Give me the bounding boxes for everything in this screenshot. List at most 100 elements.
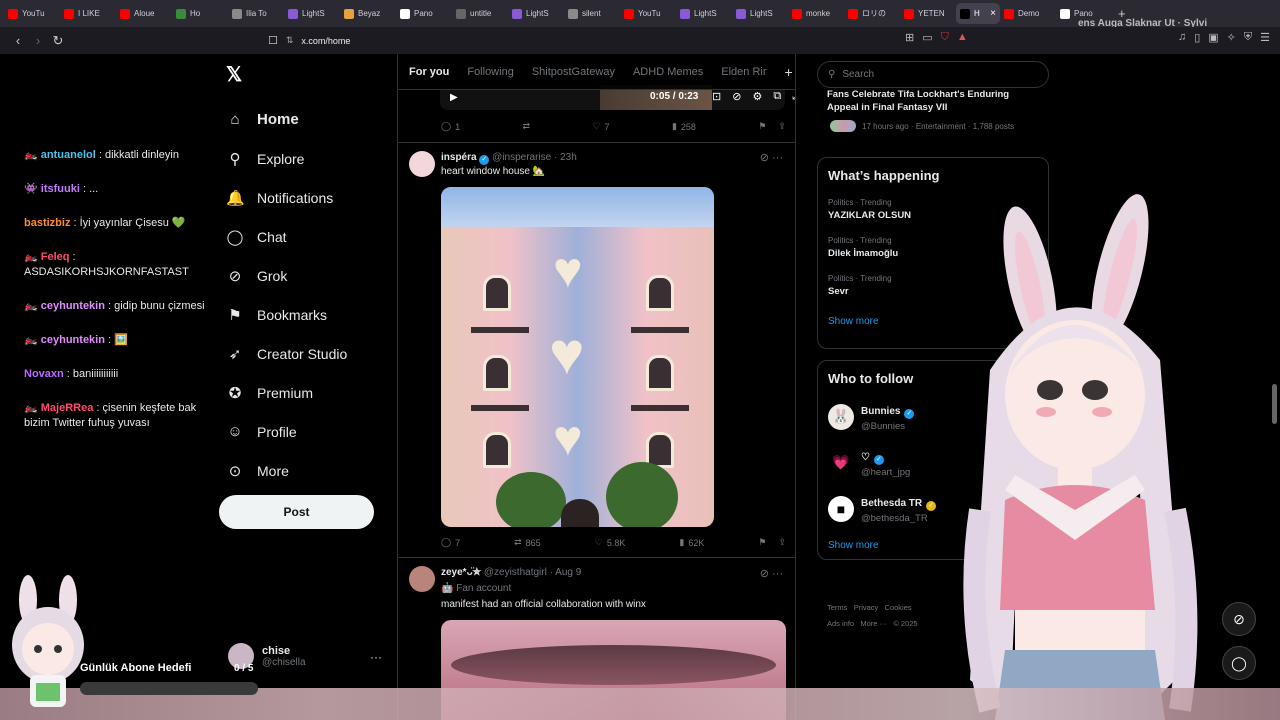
page-scrollbar[interactable] (1272, 384, 1277, 424)
browser-tab[interactable]: YouTu (4, 3, 60, 24)
tweet-author-name[interactable]: zeye*ᴗ̈✮ (441, 567, 481, 578)
browser-tab[interactable]: I LIKE (60, 3, 116, 24)
tab-for-you[interactable]: For you (409, 66, 449, 78)
sidebar-item-creator-studio[interactable]: ➶ Creator Studio (226, 334, 348, 373)
settings-icon[interactable]: ⚙ (752, 90, 762, 103)
browser-tab[interactable]: H × (956, 3, 1000, 24)
tweet-author-name[interactable]: inspéra (441, 152, 477, 163)
sidebar-item-bookmarks[interactable]: ⚑ Bookmarks (226, 295, 347, 334)
chat-username[interactable]: ceyhuntekin (41, 300, 105, 312)
tab-shitpostgateway[interactable]: ShitpostGateway (532, 66, 615, 78)
footer-link[interactable]: Cookies (885, 603, 912, 612)
sidebar-item-grok[interactable]: ⊘ Grok (226, 256, 347, 295)
tweet-avatar[interactable] (409, 566, 435, 592)
sidebar-item-explore[interactable]: ⚲ Explore (226, 139, 347, 178)
bookmark-icon[interactable]: ⚑ (758, 121, 766, 132)
tab-adhd-memes[interactable]: ADHD Memes (633, 66, 703, 78)
share-icon[interactable]: ⇪ (778, 537, 786, 548)
more-dots-icon[interactable]: ··· (772, 568, 783, 580)
tweet-author-handle[interactable]: @insperarise (492, 152, 551, 163)
more-dots-icon[interactable]: ··· (370, 650, 382, 664)
tweet-avatar[interactable] (409, 151, 435, 177)
browser-tab[interactable]: LightS (676, 3, 732, 24)
bookmark-icon[interactable]: ⚑ (758, 537, 766, 548)
tweet-time[interactable]: Aug 9 (555, 567, 581, 578)
popout-icon[interactable]: ⧉ (773, 90, 781, 103)
back-icon[interactable]: ‹ (8, 33, 28, 48)
browser-tab[interactable]: monke (788, 3, 844, 24)
browser-tab[interactable]: Aloue (116, 3, 172, 24)
chat-username[interactable]: itsfuuki (41, 183, 80, 195)
play-icon[interactable]: ▶ (450, 92, 458, 103)
chat-username[interactable]: Novaxn (24, 368, 64, 380)
close-tab-icon[interactable]: × (990, 8, 996, 19)
reply-button[interactable]: ◯ 1 (441, 121, 460, 132)
more-dots-icon[interactable]: ··· (772, 152, 783, 164)
repost-button[interactable]: ⇄ 865 (514, 537, 541, 548)
media-icon[interactable]: ♫ (1178, 31, 1186, 44)
tweet-image[interactable]: ♥ ♥ ♥ (441, 187, 714, 527)
post-button[interactable]: Post (219, 495, 374, 529)
shield-icon[interactable]: ⛨ (1244, 31, 1252, 44)
wallet-icon[interactable]: ▣ (1208, 31, 1218, 44)
chat-username[interactable]: bastizbiz (24, 217, 70, 229)
like-button[interactable]: ♡ 5.8K (595, 537, 626, 548)
tweet-time[interactable]: 23h (560, 152, 577, 163)
like-button[interactable]: ♡ 7 (592, 121, 609, 132)
browser-tab[interactable]: Ho (172, 3, 228, 24)
views-button[interactable]: ▮ 258 (672, 121, 696, 132)
news-item-title[interactable]: Fans Celebrate Tifa Lockhart's Enduring … (827, 88, 1042, 114)
sidebar-item-chat[interactable]: ◯ Chat (226, 217, 347, 256)
grok-icon[interactable]: ⊘ (760, 568, 769, 580)
url-field[interactable]: x.com/home (301, 36, 350, 46)
browser-tab[interactable]: Demo (1000, 3, 1056, 24)
browser-tab[interactable]: LightS (508, 3, 564, 24)
menu-icon[interactable]: ☰ (1260, 31, 1270, 44)
footer-link[interactable]: Privacy (854, 603, 879, 612)
sidebar-item-profile[interactable]: ☺ Profile (226, 412, 347, 451)
sidebar-item-home[interactable]: ⌂ Home (226, 100, 347, 139)
bookmark-star-icon[interactable]: ☐ (268, 34, 278, 47)
footer-link[interactable]: More ··· (860, 619, 887, 628)
views-button[interactable]: ▮ 62K (679, 537, 704, 548)
grok-icon[interactable]: ⊘ (760, 152, 769, 164)
messages-fab-icon[interactable]: ◯ (1222, 646, 1256, 680)
tab-following[interactable]: Following (467, 66, 513, 78)
chat-username[interactable]: antuanelol (41, 149, 96, 161)
mute-icon[interactable]: ⊘ (732, 90, 741, 103)
sidebar-icon[interactable]: ▯ (1194, 31, 1200, 44)
site-info-icon[interactable]: ⇅ (286, 35, 294, 46)
x-logo-icon[interactable]: 𝕏 (226, 62, 242, 87)
browser-tab[interactable]: YouTu (620, 3, 676, 24)
search-input[interactable]: ⚲ Search (817, 61, 1049, 88)
reply-button[interactable]: ◯ 7 (441, 537, 460, 548)
browser-tab[interactable]: LightS (732, 3, 788, 24)
ublock-icon[interactable]: ⛉ (941, 31, 949, 44)
browser-tab[interactable]: Ilia To (228, 3, 284, 24)
leo-icon[interactable]: ✧ (1227, 31, 1236, 44)
chat-username[interactable]: MajeRRea (41, 402, 94, 414)
browser-tab[interactable]: untitle (452, 3, 508, 24)
add-tab-icon[interactable]: + (785, 64, 793, 80)
translate-icon[interactable]: ⊞ (905, 31, 914, 44)
fullscreen-icon[interactable]: ⤢ (792, 90, 795, 103)
extension-icon[interactable]: ▲ (957, 31, 968, 44)
sidebar-item-premium[interactable]: ✪ Premium (226, 373, 347, 412)
browser-tab[interactable]: YETEN (900, 3, 956, 24)
cast-icon[interactable]: ▭ (922, 31, 932, 44)
tab-elden-rir[interactable]: Elden Rir (721, 66, 766, 78)
browser-tab[interactable]: Beyaz (340, 3, 396, 24)
browser-tab[interactable]: ロリの (844, 3, 900, 24)
reload-icon[interactable]: ↻ (48, 33, 68, 49)
grok-fab-icon[interactable]: ⊘ (1222, 602, 1256, 636)
tweet-author-handle[interactable]: @zeyisthatgirl (484, 567, 547, 578)
captions-icon[interactable]: ⊡ (712, 90, 721, 103)
share-icon[interactable]: ⇪ (778, 121, 786, 132)
chat-username[interactable]: Feleq (41, 251, 70, 263)
browser-tab[interactable]: silent (564, 3, 620, 24)
repost-button[interactable]: ⇄ (523, 121, 531, 132)
chat-username[interactable]: ceyhuntekin (41, 334, 105, 346)
browser-tab[interactable]: Pano (396, 3, 452, 24)
footer-link[interactable]: Ads info (827, 619, 854, 628)
sidebar-item-more[interactable]: ⊙ More (226, 451, 347, 490)
